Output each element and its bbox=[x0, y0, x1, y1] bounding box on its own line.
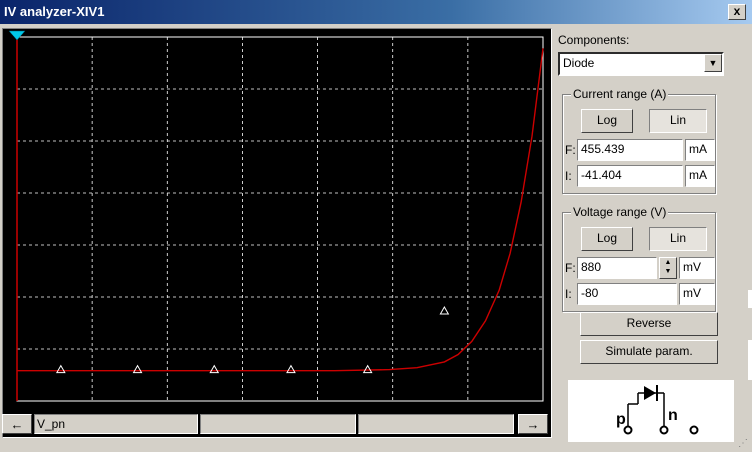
current-initial-input[interactable]: -41.404 bbox=[577, 165, 683, 187]
status-field-2 bbox=[200, 414, 356, 434]
voltage-final-spinner[interactable]: ▲ ▼ bbox=[659, 257, 677, 279]
voltage-range-title: Voltage range (V) bbox=[571, 205, 669, 219]
iv-plot[interactable] bbox=[3, 29, 551, 437]
components-select[interactable]: Diode ▼ bbox=[558, 52, 724, 76]
plot-area[interactable] bbox=[2, 28, 552, 438]
voltage-final-label: F: bbox=[565, 261, 576, 275]
components-label: Components: bbox=[558, 33, 630, 47]
current-range-group: Current range (A) Log Lin F: 455.439 mA … bbox=[562, 87, 716, 194]
arrow-left-icon: ← bbox=[10, 417, 24, 432]
trace-name-field: V_pn bbox=[34, 414, 198, 434]
voltage-range-group: Voltage range (V) Log Lin F: 880 ▲ ▼ mV … bbox=[562, 205, 716, 312]
current-lin-button[interactable]: Lin bbox=[649, 109, 707, 133]
diode-symbol-panel: p n bbox=[568, 380, 734, 442]
voltage-lin-button[interactable]: Lin bbox=[649, 227, 707, 251]
voltage-log-button[interactable]: Log bbox=[581, 227, 633, 251]
plot-background bbox=[3, 29, 551, 437]
chevron-down-icon[interactable]: ▼ bbox=[704, 54, 722, 72]
next-trace-button[interactable]: → bbox=[518, 414, 548, 434]
voltage-initial-input[interactable]: -80 bbox=[577, 283, 677, 305]
settings-panel: Components: Diode ▼ Current range (A) Lo… bbox=[556, 28, 752, 452]
voltage-initial-label: I: bbox=[565, 287, 572, 301]
voltage-initial-unit[interactable]: mV bbox=[679, 283, 715, 305]
current-final-input[interactable]: 455.439 bbox=[577, 139, 683, 161]
status-field-3 bbox=[358, 414, 514, 434]
status-bar: ← V_pn → bbox=[2, 414, 550, 436]
arrow-right-icon: → bbox=[526, 417, 540, 432]
window-title: IV analyzer-XIV1 bbox=[4, 4, 105, 19]
close-button[interactable]: x bbox=[728, 4, 746, 20]
voltage-final-unit[interactable]: mV bbox=[679, 257, 715, 279]
reverse-button[interactable]: Reverse bbox=[580, 312, 718, 336]
current-range-title: Current range (A) bbox=[571, 87, 669, 101]
spin-down-icon[interactable]: ▼ bbox=[660, 267, 676, 276]
prev-trace-button[interactable]: ← bbox=[2, 414, 32, 434]
close-icon: x bbox=[733, 4, 741, 18]
current-initial-label: I: bbox=[565, 169, 572, 183]
current-final-label: F: bbox=[565, 143, 576, 157]
background-window-edge bbox=[748, 290, 752, 308]
voltage-final-input[interactable]: 880 bbox=[577, 257, 657, 279]
title-bar: IV analyzer-XIV1 x bbox=[0, 0, 752, 24]
symbol-n-label: n bbox=[668, 407, 678, 424]
spin-up-icon[interactable]: ▲ bbox=[660, 258, 676, 267]
diode-symbol-icon: p n bbox=[616, 385, 699, 435]
current-initial-unit[interactable]: mA bbox=[685, 165, 715, 187]
components-value: Diode bbox=[563, 56, 595, 70]
symbol-p-label: p bbox=[616, 411, 626, 428]
background-window-edge-2 bbox=[748, 340, 752, 380]
resize-grip-icon[interactable]: ⋰ bbox=[738, 438, 750, 450]
current-log-button[interactable]: Log bbox=[581, 109, 633, 133]
simulate-param-button[interactable]: Simulate param. bbox=[580, 340, 718, 364]
current-final-unit[interactable]: mA bbox=[685, 139, 715, 161]
